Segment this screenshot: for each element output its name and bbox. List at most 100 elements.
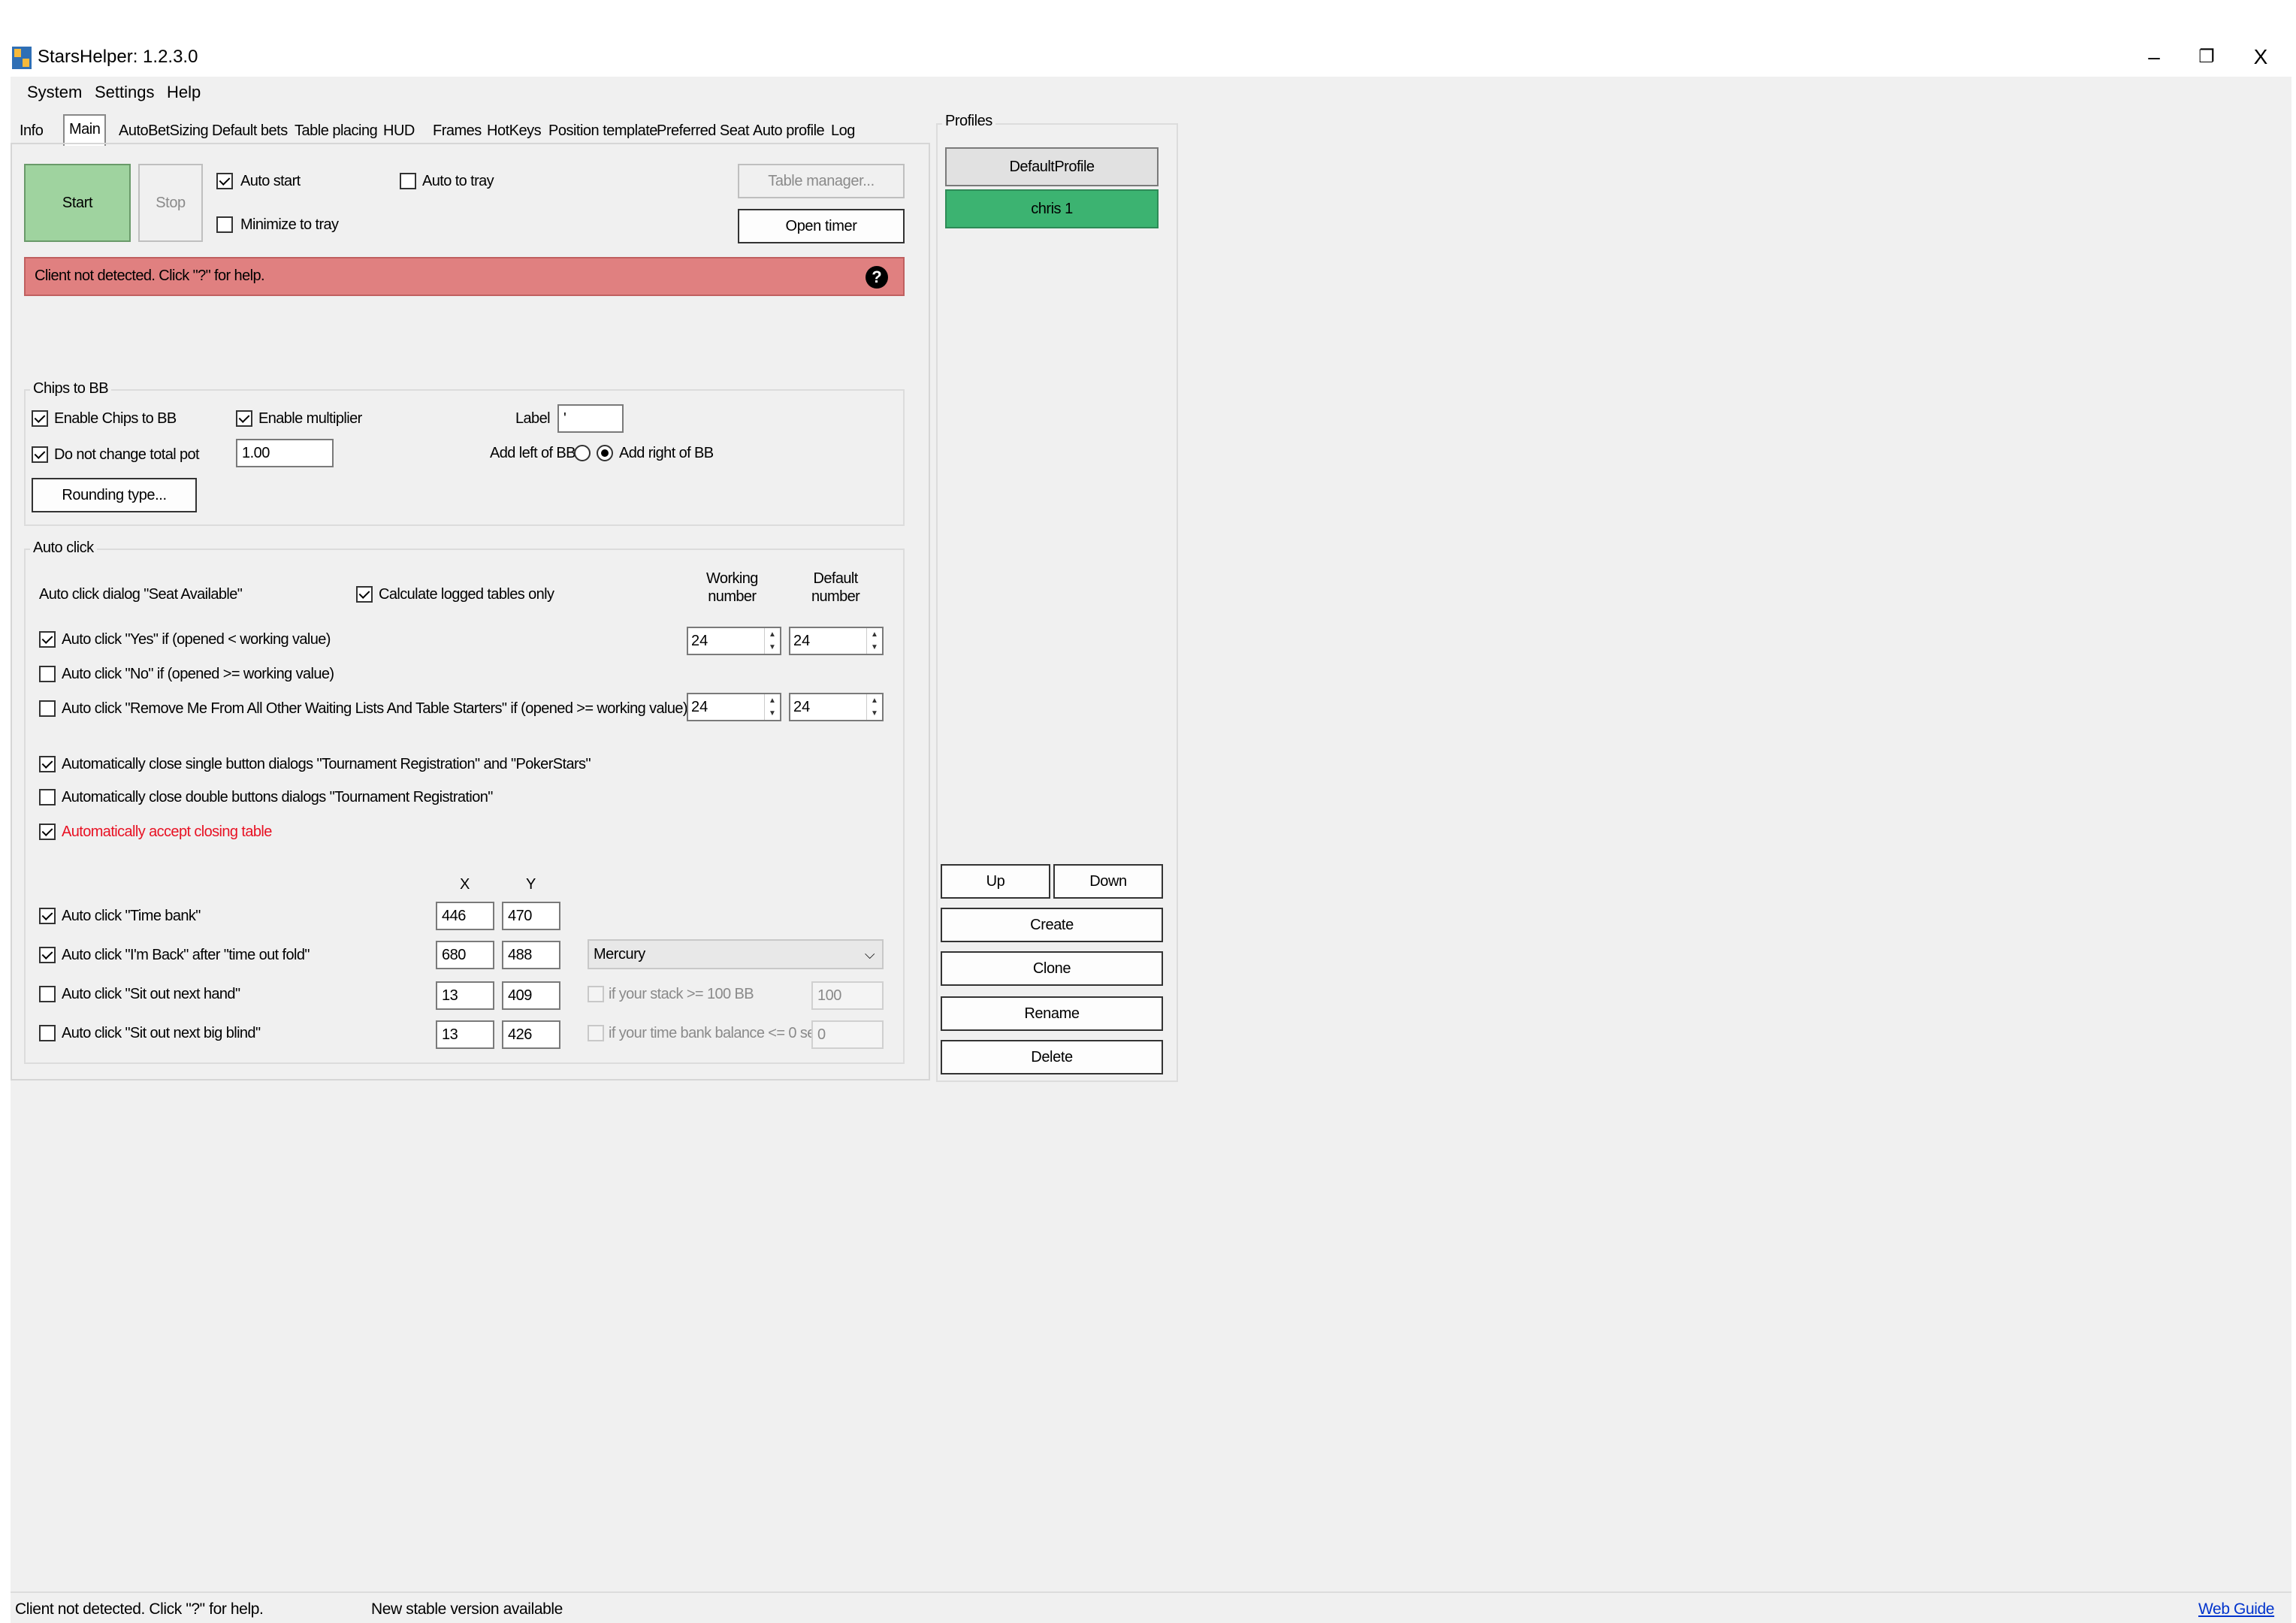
add-left-label: Add left of BB xyxy=(490,445,576,461)
im-back-y-input[interactable]: 488 xyxy=(502,941,560,969)
calc-logged-label: Calculate logged tables only xyxy=(379,586,554,603)
time-bank-y-input[interactable]: 470 xyxy=(502,902,560,930)
tab-log[interactable]: Log xyxy=(826,117,859,144)
menu-system[interactable]: System xyxy=(27,83,82,102)
im-back-checkbox[interactable] xyxy=(39,947,56,963)
remove-working-spinner[interactable]: 24 ▲ ▼ xyxy=(687,693,781,721)
window-title: StarsHelper: 1.2.3.0 xyxy=(38,47,198,67)
enable-chips-checkbox[interactable] xyxy=(32,410,48,427)
profile-item-active[interactable]: chris 1 xyxy=(945,189,1159,228)
sit-out-hand-x-input[interactable]: 13 xyxy=(436,981,494,1010)
spinner-arrows-icon[interactable]: ▲ ▼ xyxy=(764,628,780,654)
stack-value-input[interactable]: 100 xyxy=(811,981,884,1010)
enable-multiplier-checkbox[interactable] xyxy=(236,410,252,427)
chevron-down-icon[interactable]: ⌵ xyxy=(865,944,875,965)
remove-me-checkbox[interactable] xyxy=(39,700,56,717)
time-bank-x-input[interactable]: 446 xyxy=(436,902,494,930)
profile-create-button[interactable]: Create xyxy=(941,908,1163,942)
sit-out-hand-checkbox[interactable] xyxy=(39,986,56,1002)
close-single-checkbox[interactable] xyxy=(39,756,56,772)
im-back-label: Auto click "I'm Back" after "time out fo… xyxy=(62,947,310,963)
sit-out-bb-label: Auto click "Sit out next big blind" xyxy=(62,1025,261,1041)
profile-item[interactable]: DefaultProfile xyxy=(945,147,1159,186)
theme-combo[interactable]: Mercury ⌵ xyxy=(588,939,884,969)
sit-out-bb-x-input[interactable]: 13 xyxy=(436,1020,494,1049)
open-timer-button[interactable]: Open timer xyxy=(738,209,905,243)
menu-help[interactable]: Help xyxy=(167,83,201,102)
do-not-change-checkbox[interactable] xyxy=(32,446,48,463)
auto-to-tray-checkbox[interactable] xyxy=(400,173,416,189)
tab-hud[interactable]: HUD xyxy=(379,117,419,144)
status-divider xyxy=(11,1591,2291,1593)
add-right-radio[interactable] xyxy=(597,445,613,461)
close-single-label: Automatically close single button dialog… xyxy=(62,756,591,772)
table-manager-button[interactable]: Table manager... xyxy=(738,164,905,198)
sit-out-bb-checkbox[interactable] xyxy=(39,1025,56,1041)
add-right-label: Add right of BB xyxy=(619,445,714,461)
close-double-checkbox[interactable] xyxy=(39,789,56,805)
minimize-button[interactable]: – xyxy=(2128,42,2180,72)
label-input[interactable]: ' xyxy=(557,404,624,433)
calc-logged-checkbox[interactable] xyxy=(356,586,373,603)
stack-cond-label: if your stack >= 100 BB xyxy=(609,986,754,1002)
multiplier-input[interactable]: 1.00 xyxy=(236,439,334,467)
status-left: Client not detected. Click "?" for help. xyxy=(15,1600,264,1618)
accept-closing-checkbox[interactable] xyxy=(39,824,56,840)
tab-hotkeys[interactable]: HotKeys xyxy=(482,117,545,144)
spinner-arrows-icon[interactable]: ▲ ▼ xyxy=(866,628,882,654)
minimize-to-tray-checkbox[interactable] xyxy=(216,216,233,233)
auto-to-tray-label: Auto to tray xyxy=(422,173,494,189)
stop-button[interactable]: Stop xyxy=(138,164,203,242)
auto-start-label: Auto start xyxy=(240,173,301,189)
seat-available-label: Auto click dialog "Seat Available" xyxy=(39,586,243,603)
sit-out-bb-y-input[interactable]: 426 xyxy=(502,1020,560,1049)
start-button[interactable]: Start xyxy=(24,164,131,242)
help-icon[interactable]: ? xyxy=(866,266,888,289)
yes-working-spinner[interactable]: 24 ▲ ▼ xyxy=(687,627,781,655)
stack-cond-checkbox[interactable] xyxy=(588,986,604,1002)
tab-autobetsizing[interactable]: AutoBetSizing xyxy=(114,117,213,144)
close-button[interactable]: X xyxy=(2234,42,2287,72)
remove-me-label: Auto click "Remove Me From All Other Wai… xyxy=(62,700,688,717)
tab-auto-profile[interactable]: Auto profile xyxy=(748,117,829,144)
profile-delete-button[interactable]: Delete xyxy=(941,1040,1163,1074)
timebank-value-input[interactable]: 0 xyxy=(811,1020,884,1049)
im-back-x-input[interactable]: 680 xyxy=(436,941,494,969)
remove-default-value: 24 xyxy=(793,699,811,715)
enable-multiplier-label: Enable multiplier xyxy=(258,410,362,427)
tab-main[interactable]: Main xyxy=(63,114,107,146)
do-not-change-label: Do not change total pot xyxy=(54,446,200,463)
spinner-arrows-icon[interactable]: ▲ ▼ xyxy=(866,694,882,720)
add-left-radio[interactable] xyxy=(574,445,591,461)
app-icon xyxy=(12,47,32,69)
theme-combo-value: Mercury xyxy=(594,946,645,963)
rounding-type-button[interactable]: Rounding type... xyxy=(32,478,197,512)
web-guide-link[interactable]: Web Guide xyxy=(2198,1600,2274,1618)
tab-default-bets[interactable]: Default bets xyxy=(207,117,292,144)
auto-start-checkbox[interactable] xyxy=(216,173,233,189)
profile-clone-button[interactable]: Clone xyxy=(941,951,1163,986)
menu-settings[interactable]: Settings xyxy=(95,83,155,102)
enable-chips-label: Enable Chips to BB xyxy=(54,410,177,427)
time-bank-checkbox[interactable] xyxy=(39,908,56,924)
auto-no-checkbox[interactable] xyxy=(39,666,56,682)
yes-default-spinner[interactable]: 24 ▲ ▼ xyxy=(789,627,884,655)
tab-info[interactable]: Info xyxy=(15,117,47,144)
profile-up-button[interactable]: Up xyxy=(941,864,1050,899)
tab-frames[interactable]: Frames xyxy=(428,117,486,144)
default-number-header: Default number xyxy=(811,570,860,605)
timebank-cond-checkbox[interactable] xyxy=(588,1025,604,1041)
restore-button[interactable]: ❐ xyxy=(2180,42,2233,72)
profile-rename-button[interactable]: Rename xyxy=(941,996,1163,1031)
spinner-arrows-icon[interactable]: ▲ ▼ xyxy=(764,694,780,720)
remove-default-spinner[interactable]: 24 ▲ ▼ xyxy=(789,693,884,721)
tab-preferred-seat[interactable]: Preferred Seat xyxy=(652,117,754,144)
auto-no-label: Auto click "No" if (opened >= working va… xyxy=(62,666,334,682)
profile-down-button[interactable]: Down xyxy=(1053,864,1163,899)
close-double-label: Automatically close double buttons dialo… xyxy=(62,789,493,805)
sit-out-hand-y-input[interactable]: 409 xyxy=(502,981,560,1010)
auto-yes-checkbox[interactable] xyxy=(39,631,56,648)
tab-table-placing[interactable]: Table placing xyxy=(290,117,382,144)
time-bank-label: Auto click "Time bank" xyxy=(62,908,201,924)
tab-position-template[interactable]: Position template xyxy=(544,117,662,144)
